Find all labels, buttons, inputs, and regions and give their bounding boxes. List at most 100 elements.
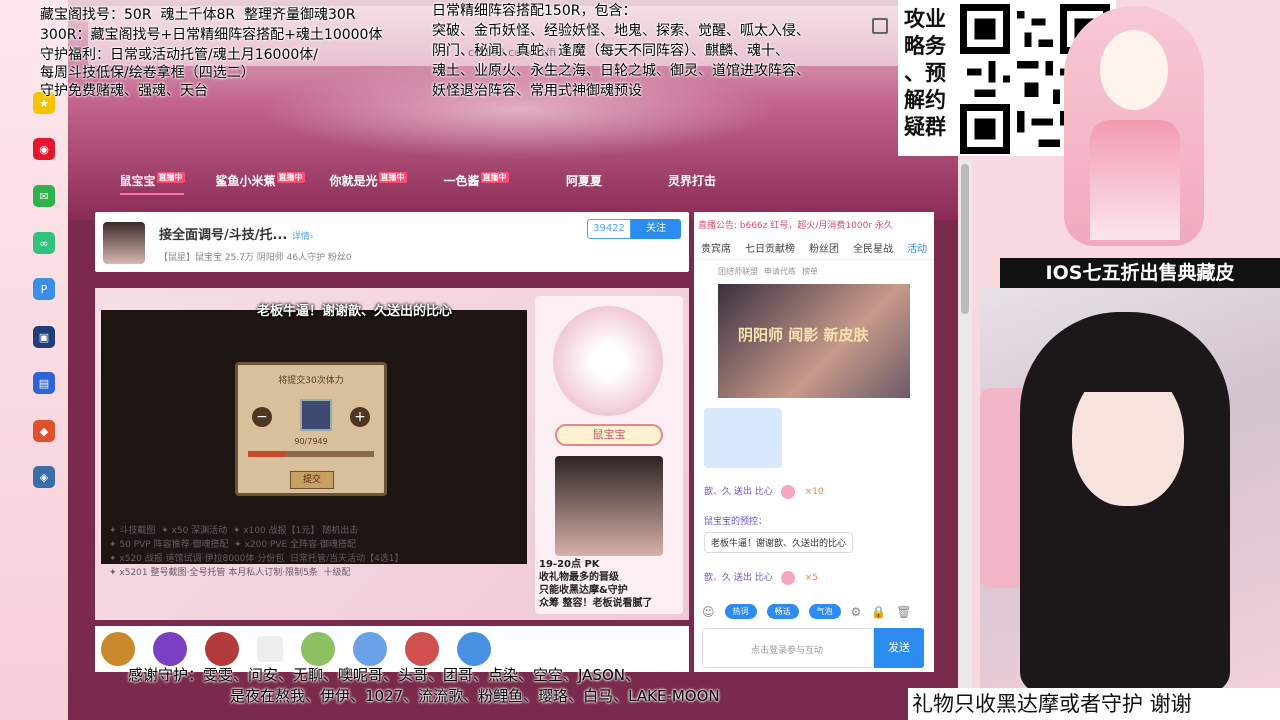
chat-panel: 直播公告: b666z 红号，超火/月消费1000r 永久 贵宾席 七日贡献榜 … [694, 212, 934, 672]
gift-icon [780, 484, 795, 499]
gift-toast: 老板牛逼！谢谢歆、久送出的比心 [257, 304, 453, 319]
game-confirm-button: 提交 [290, 471, 334, 489]
pk-note: 19-20点 PK 收礼物最多的晋级 只能收黑达摩&守护 众筹 整容！老板说看腻… [539, 559, 653, 609]
game-dialog-title: 将提交30次体力 [278, 376, 344, 386]
streamer-tab-4[interactable]: 阿夏夏 [530, 172, 638, 195]
chat-tab-3[interactable]: 全民星战 [853, 240, 893, 255]
lock-icon[interactable]: 🔒 [871, 605, 886, 619]
chat-tab-2[interactable]: 粉丝团 [809, 240, 839, 255]
name-sign: 鼠宝宝 [555, 424, 663, 446]
chat-subtab-1[interactable]: 申请代练 [764, 266, 796, 277]
overlay-line: 日常精细阵容搭配150R，包含： [432, 3, 637, 19]
chat-tab-0[interactable]: 贵宾席 [701, 240, 731, 255]
room-meta: 【鼠星】鼠宝宝 25.7万 阴阳师 46人守护 粉丝0 [159, 253, 352, 263]
chat-input[interactable]: 点击登录参与互动 [702, 628, 874, 668]
vtuber-avatar [1034, 0, 1234, 258]
gift-item-icon[interactable] [405, 632, 439, 666]
live-badge: 直播中 [378, 172, 407, 183]
apps-grid-icon[interactable] [872, 18, 888, 34]
chat-tab-4[interactable]: 活动 [907, 240, 927, 255]
gift-item-icon[interactable] [101, 632, 135, 666]
game3-app-icon[interactable]: ◈ [33, 466, 55, 488]
mail-icon[interactable]: ✉ [33, 185, 55, 207]
follower-count: 39422 [587, 219, 631, 239]
plus-icon: + [350, 407, 370, 427]
grid-icon[interactable] [257, 636, 283, 662]
overlay-line: 藏宝阁找号：50R 魂土千体8R 整理齐量御魂30R [40, 7, 356, 23]
streamer-tab-5[interactable]: 灵界打击 [638, 172, 746, 195]
chat-subtab-0[interactable]: 团结师联盟 [718, 266, 758, 277]
gift-icon [780, 570, 795, 585]
chat-subtabs: 团结师联盟 申请代练 榜单 [718, 266, 818, 277]
thanks-line: 感谢守护：雯雯、问安、无聊、噢呢哥、头哥、团哥、点染、空空、JASON、 [128, 666, 640, 684]
streamer-nav: 鼠宝宝 直播中 鲨鱼小米蕉 直播中 你就是光 直播中 一色酱 直播中 阿夏夏 灵界打击 [98, 172, 746, 195]
chibi-artwork [553, 306, 663, 416]
weibo-icon[interactable]: ◉ [33, 138, 55, 160]
chat-actions: ☺ 热词 畅话 气泡 ⚙ 🔒 🗑 [702, 604, 911, 619]
chat-tabs: 贵宾席 七日贡献榜 粉丝团 全民星战 活动 [694, 240, 934, 260]
chat-subtab-2[interactable]: 榜单 [802, 266, 818, 277]
browser-window: cc.163.com/zt/fi ⚙ 鼠宝宝直播中 鲨鱼小米蕉直播中 你就是光直… [68, 0, 958, 720]
p-app-icon[interactable]: P [33, 278, 55, 300]
live-badge: 直播中 [156, 172, 185, 183]
skin-sale-banner: IOS七五折出售典藏皮 [1000, 258, 1280, 288]
scrollbar-thumb[interactable] [961, 164, 969, 314]
gift-policy-note: 礼物只收黑达摩或者守护 谢谢 [908, 688, 1280, 720]
streamer-tab-0[interactable]: 鼠宝宝 直播中 [98, 172, 206, 195]
game-app-icon[interactable]: ▣ [33, 326, 55, 348]
item-icon [300, 399, 332, 431]
live-badge: 直播中 [276, 172, 305, 183]
overlay-line: 阴门、秘闻、真蛇、逢魔（每天不同阵容）、麒麟、魂十、 [432, 43, 789, 59]
video-player[interactable]: 将提交30次体力 − + 90/7949 提交 老板牛逼！谢谢歆、久送出的比心 … [95, 288, 689, 620]
poster-text: 阴阳师 闻影 新皮肤 [738, 326, 869, 344]
game-progress-bar [248, 451, 374, 457]
cloud-icon[interactable]: ∞ [33, 232, 55, 254]
desktop-dock: ★ ◉ ✉ ∞ P ▣ ▤ ◆ ◈ [0, 0, 68, 720]
chat-message: 歆、久 送出 比心 ×5 [704, 570, 818, 585]
chat-message: 歆、久 送出 比心 ×10 [704, 484, 824, 499]
chat-message: 鼠宝宝的预控： [704, 517, 768, 527]
qr-caption: 攻业 略务 、预 解约 疑群 [904, 7, 946, 139]
room-details-link[interactable]: 详情› [292, 232, 314, 242]
vtuber-dress [1090, 120, 1180, 240]
gift-item-icon[interactable] [301, 632, 335, 666]
chat-chip-0[interactable]: 热词 [724, 604, 757, 619]
chat-chip-2[interactable]: 气泡 [808, 604, 841, 619]
chat-tab-1[interactable]: 七日贡献榜 [745, 240, 795, 255]
event-poster[interactable]: 阴阳师 闻影 新皮肤 [718, 284, 910, 398]
live-badge: 直播中 [480, 172, 509, 183]
avatar[interactable] [103, 222, 145, 264]
room-title: 接全面调号/斗技/托... 详情› [159, 228, 314, 243]
chat-announcement: 直播公告: b666z 红号，超火/月消费1000r 永久 [698, 221, 893, 231]
trash-icon[interactable]: 🗑 [896, 605, 911, 619]
overlay-line: 300R：藏宝阁找号+日常精细阵容搭配+魂土10000体 [40, 27, 383, 43]
room-header: 接全面调号/斗技/托... 详情› 【鼠星】鼠宝宝 25.7万 阴阳师 46人守… [95, 212, 689, 272]
webcam-feed [980, 288, 1280, 688]
overlay-line: 魂土、业原火、永生之海、日轮之城、御灵、道馆进攻阵容、 [432, 63, 810, 79]
settings-icon[interactable]: ⚙ [851, 605, 862, 619]
overlay-line: 突破、金币妖怪、经验妖怪、地鬼、探索、觉醒、呱太入侵、 [432, 23, 810, 39]
streamer-tab-1[interactable]: 鲨鱼小米蕉 直播中 [206, 172, 314, 195]
small-camera [555, 456, 663, 556]
gift-item-icon[interactable] [153, 632, 187, 666]
chat-chip-1[interactable]: 畅话 [766, 604, 799, 619]
emoji-icon[interactable]: ☺ [702, 605, 715, 619]
overlay-line: 妖怪退治阵容、常用式神御魂预设 [432, 83, 642, 99]
overlay-line: 守护福利：日常或活动托管/魂土月16000体/ [40, 47, 318, 63]
game-dialog: 将提交30次体力 − + 90/7949 提交 [235, 362, 387, 496]
overlay-line: 守护免费赌魂、强魂、天台 [40, 83, 208, 99]
streamer-tab-3[interactable]: 一色酱 直播中 [422, 172, 530, 195]
streamer-tab-2[interactable]: 你就是光 直播中 [314, 172, 422, 195]
gift-item-icon[interactable] [353, 632, 387, 666]
overlay-line: 每周斗技低保/绘卷拿框（四选二） [40, 65, 255, 81]
doc-app-icon[interactable]: ▤ [33, 372, 55, 394]
game2-app-icon[interactable]: ◆ [33, 420, 55, 442]
gift-item-icon[interactable] [205, 632, 239, 666]
follow-button[interactable]: 关注 [631, 219, 681, 239]
panda-sticker [704, 408, 782, 468]
game-progress-fill [248, 451, 286, 457]
vtuber-face [1100, 30, 1168, 110]
send-button[interactable]: 发送 [874, 628, 924, 668]
gift-item-icon[interactable] [457, 632, 491, 666]
page-scrollbar[interactable] [958, 160, 972, 720]
